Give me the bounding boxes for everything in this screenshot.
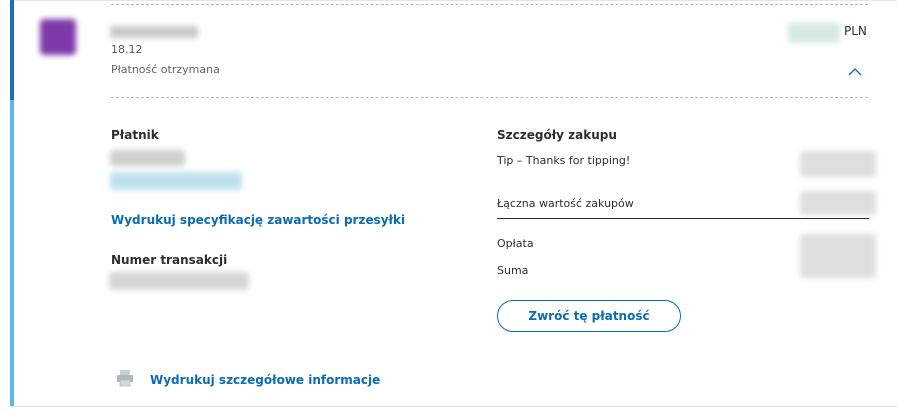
transaction-number-heading: Numer transakcji: [111, 253, 228, 267]
sum-label: Suma: [497, 264, 529, 277]
chevron-up-icon[interactable]: [848, 68, 862, 76]
card-bottom-divider: [10, 406, 897, 407]
amount-redacted: [788, 23, 840, 43]
total-purchase-amount-redacted: [800, 191, 876, 215]
totals-separator: [497, 218, 869, 219]
avatar: [40, 19, 76, 55]
transaction-number-redacted: [109, 272, 249, 290]
print-details-link[interactable]: Wydrukuj szczegółowe informacje: [150, 373, 380, 387]
accent-bar-top: [10, 0, 14, 100]
top-dashed-divider: [111, 4, 868, 5]
counterparty-name-redacted: [110, 26, 198, 38]
item-tip-label: Tip – Thanks for tipping!: [497, 154, 631, 167]
fee-and-sum-amounts-redacted: [800, 234, 876, 278]
transaction-status: Płatność otrzymana: [111, 63, 220, 76]
print-packing-slip-link[interactable]: Wydrukuj specyfikację zawartości przesył…: [111, 213, 405, 227]
transaction-date: 18.12: [111, 43, 143, 56]
transaction-card: [10, 0, 897, 408]
total-purchase-label: Łączna wartość zakupów: [497, 197, 634, 210]
refund-payment-button[interactable]: Zwróć tę płatność: [497, 300, 681, 332]
fee-label: Opłata: [497, 237, 534, 250]
details-dashed-divider: [111, 97, 868, 98]
currency-label: PLN: [844, 24, 867, 38]
payer-name-redacted: [110, 150, 185, 166]
item-amount-redacted: [800, 151, 876, 177]
payer-email-redacted: [110, 172, 242, 190]
purchase-details-heading: Szczegóły zakupu: [497, 128, 617, 142]
accent-bar-bottom: [10, 100, 14, 407]
payer-heading: Płatnik: [111, 128, 159, 142]
printer-icon[interactable]: [116, 369, 134, 387]
